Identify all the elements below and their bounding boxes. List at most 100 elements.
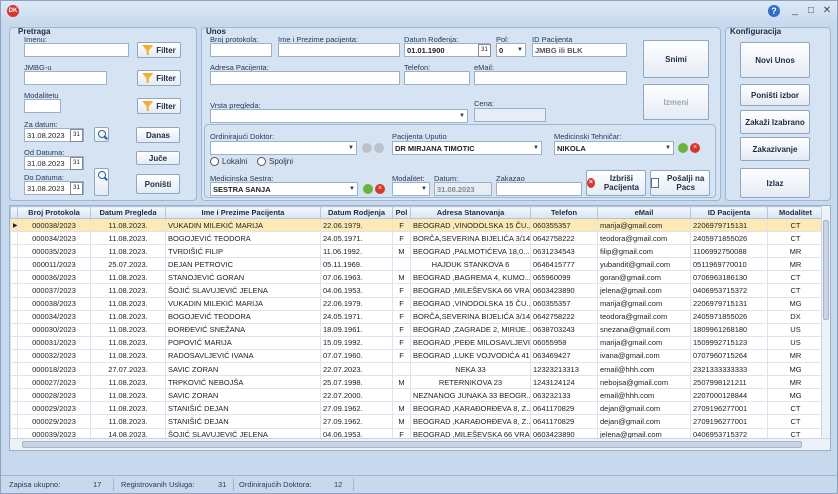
novi-unos-button[interactable]: Novi Unos bbox=[740, 42, 810, 78]
row-selector[interactable] bbox=[10, 362, 18, 377]
table-row[interactable]: 000027/2023 11.08.2023. TRPKOVIĆ NEBOJŠA 25… bbox=[10, 375, 824, 390]
row-selector[interactable] bbox=[10, 257, 18, 272]
juce-button[interactable]: Juče bbox=[136, 151, 180, 165]
clear-doktor-icon[interactable] bbox=[374, 143, 384, 153]
row-selector[interactable] bbox=[10, 244, 18, 259]
zakazivanje-button[interactable]: Zakazivanje bbox=[740, 137, 810, 161]
table-row[interactable]: 000030/2023 11.08.2023. ĐORĐEVIĆ SNEŽANA 18… bbox=[10, 322, 824, 337]
zakazi-izabrano-button[interactable]: Zakaži Izabrano bbox=[740, 110, 810, 134]
patients-table: Broj Protokola Datum Pregleda Ime i Prezim… bbox=[10, 206, 824, 442]
row-selector[interactable] bbox=[10, 322, 18, 337]
table-row[interactable]: 000038/2023 11.08.2023. VUKADIN MILEKIĆ MA… bbox=[10, 296, 824, 311]
clear-sestra-icon[interactable]: × bbox=[375, 184, 385, 194]
horizontal-scrollbar[interactable] bbox=[10, 438, 830, 450]
row-selector[interactable] bbox=[10, 401, 18, 416]
table-row[interactable]: 000028/2023 11.08.2023. SAVIC ZORAN 22.07.2… bbox=[10, 388, 824, 403]
row-selector[interactable] bbox=[10, 270, 18, 285]
datum-input[interactable]: 31.08.2023 bbox=[434, 182, 492, 196]
danas-button[interactable]: Danas bbox=[136, 127, 180, 143]
doktor-select[interactable]: ▼ bbox=[210, 141, 357, 155]
calendar-icon[interactable]: 31 bbox=[70, 157, 83, 170]
table-row[interactable]: 000034/2023 11.08.2023. BOGOJEVIĆ TEODORA 2… bbox=[10, 309, 824, 324]
posalji-pacs-button[interactable]: Pošalji na Pacs bbox=[650, 170, 710, 196]
vrsta-pregleda-select[interactable]: ▼ bbox=[210, 109, 468, 123]
row-selector[interactable] bbox=[10, 283, 18, 298]
telefon-input[interactable] bbox=[404, 71, 470, 85]
broj-protokola-input[interactable] bbox=[210, 43, 272, 57]
table-row[interactable]: 000029/2023 11.08.2023. STANIŠIĆ DEJAN 27.0… bbox=[10, 414, 824, 429]
calendar-icon[interactable]: 31 bbox=[478, 44, 491, 57]
ponisti-search-button[interactable]: Poništi bbox=[136, 174, 180, 194]
column-header[interactable]: Adresa Stanovanja bbox=[410, 206, 531, 219]
izmeni-button[interactable]: Izmeni bbox=[643, 84, 709, 120]
modalitet-select[interactable]: ▼ bbox=[392, 182, 430, 196]
email-input[interactable] bbox=[474, 71, 627, 85]
column-header[interactable]: Datum Pregleda bbox=[90, 206, 166, 219]
search-range-icon[interactable] bbox=[94, 168, 109, 196]
column-header[interactable]: Modalitet bbox=[767, 206, 824, 219]
zakazao-input[interactable] bbox=[496, 182, 582, 196]
confirm-tehnicar-icon[interactable] bbox=[678, 143, 688, 153]
row-selector[interactable]: ▶ bbox=[10, 217, 18, 233]
ime-input[interactable] bbox=[278, 43, 400, 57]
adresa-input[interactable] bbox=[210, 71, 400, 85]
table-row[interactable]: 000036/2023 11.08.2023. STANOJEVIĆ GORAN 07… bbox=[10, 270, 824, 285]
id-pacijenta-input[interactable]: JMBG ili BLK bbox=[532, 43, 627, 57]
column-header[interactable]: Ime i Prezime Pacijenta bbox=[165, 206, 321, 219]
table-row[interactable]: ▶ 000038/2023 11.08.2023. VUKADIN MILEKIĆ M… bbox=[10, 217, 824, 233]
row-selector[interactable] bbox=[10, 348, 18, 364]
column-header[interactable]: Pol bbox=[392, 206, 411, 219]
column-header[interactable]: Telefon bbox=[530, 206, 598, 219]
tehnicar-select[interactable]: NIKOLA ▼ bbox=[554, 141, 674, 155]
calendar-icon[interactable]: 31 bbox=[70, 129, 83, 142]
table-row[interactable]: 000029/2023 11.08.2023. STANIŠIĆ DEJAN 27.0… bbox=[10, 401, 824, 416]
column-header[interactable]: Datum Rodjenja bbox=[320, 206, 393, 219]
confirm-sestra-icon[interactable] bbox=[363, 184, 373, 194]
row-selector[interactable] bbox=[10, 309, 18, 324]
row-selector[interactable] bbox=[10, 375, 18, 390]
close-icon[interactable]: ✕ bbox=[820, 4, 834, 18]
minimize-icon[interactable]: _ bbox=[788, 4, 802, 18]
row-selector[interactable] bbox=[10, 335, 18, 350]
column-header[interactable]: eMail bbox=[597, 206, 691, 219]
table-row[interactable]: 000035/2023 11.08.2023. TVRDIŠIĆ FILIP 11.0… bbox=[10, 244, 824, 259]
filter-jmbg-button[interactable]: Filter bbox=[137, 70, 181, 86]
column-header[interactable]: Broj Protokola bbox=[17, 206, 91, 219]
ponisti-izbor-button[interactable]: Poništi izbor bbox=[740, 84, 810, 106]
spoljni-radio[interactable] bbox=[257, 157, 266, 166]
calendar-icon[interactable]: 31 bbox=[70, 182, 83, 195]
search-icon[interactable] bbox=[94, 127, 109, 142]
table-row[interactable]: 000018/2023 27.07.2023. SAVIC ZORAN 22.07.2… bbox=[10, 362, 824, 377]
imenu-input[interactable] bbox=[24, 43, 129, 57]
pol-select[interactable]: 0 ▼ bbox=[496, 43, 526, 57]
table-cell: snezana@gmail.com bbox=[597, 322, 691, 337]
vertical-scroll-thumb[interactable] bbox=[823, 220, 829, 320]
confirm-doktor-icon[interactable] bbox=[362, 143, 372, 153]
horizontal-scroll-thumb[interactable] bbox=[22, 441, 802, 448]
clear-tehnicar-icon[interactable]: × bbox=[690, 143, 700, 153]
filter-modalitet-button[interactable]: Filter bbox=[137, 98, 181, 114]
row-selector[interactable] bbox=[10, 231, 18, 246]
vertical-scrollbar[interactable] bbox=[821, 206, 830, 438]
row-selector[interactable] bbox=[10, 296, 18, 311]
filter-ime-button[interactable]: Filter bbox=[137, 42, 181, 58]
row-selector[interactable] bbox=[10, 414, 18, 429]
izlaz-button[interactable]: Izlaz bbox=[740, 168, 810, 198]
modalitet-search-input[interactable] bbox=[24, 99, 61, 113]
table-row[interactable]: 000037/2023 11.08.2023. ŠOJIĆ SLAVUJEVIĆ J… bbox=[10, 283, 824, 298]
snimi-button[interactable]: Snimi bbox=[643, 40, 709, 78]
izbrisi-pacijenta-button[interactable]: × Izbriši Pacijenta bbox=[586, 170, 646, 196]
table-row[interactable]: 000011/2023 25.07.2023. DEJAN PETROVIC 05.1… bbox=[10, 257, 824, 272]
jmbg-input[interactable] bbox=[24, 71, 107, 85]
uputio-select[interactable]: DR MIRJANA TIMOTIC ▼ bbox=[392, 141, 542, 155]
table-row[interactable]: 000032/2023 11.08.2023. RADOSAVLJEVIĆ IVAN… bbox=[10, 348, 824, 364]
table-row[interactable]: 000034/2023 11.08.2023. BOGOJEVIĆ TEODORA 2… bbox=[10, 231, 824, 246]
lokalni-radio[interactable] bbox=[210, 157, 219, 166]
help-icon[interactable]: ? bbox=[768, 5, 780, 17]
cena-input[interactable] bbox=[474, 108, 546, 122]
sestra-select[interactable]: SESTRA SANJA ▼ bbox=[210, 182, 358, 196]
column-header[interactable]: ID Pacijenta bbox=[690, 206, 768, 219]
maximize-icon[interactable]: □ bbox=[804, 4, 818, 18]
table-row[interactable]: 000031/2023 11.08.2023. POPOVIĆ MARIJA 15.0… bbox=[10, 335, 824, 350]
row-selector[interactable] bbox=[10, 388, 18, 403]
